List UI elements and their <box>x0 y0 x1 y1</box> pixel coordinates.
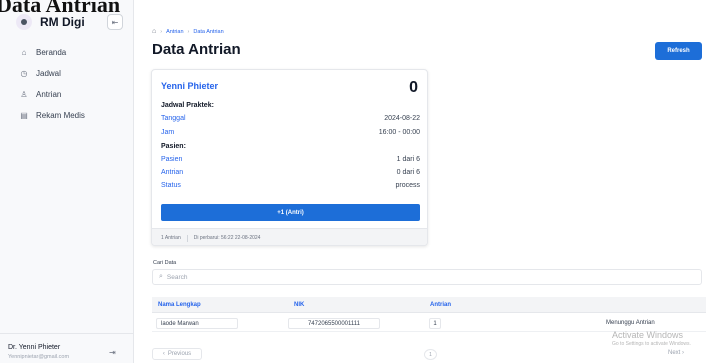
row-key: Tanggal <box>161 115 186 122</box>
patient-row-pasien: Pasien 1 dari 6 <box>161 156 420 167</box>
page-number[interactable]: 1 <box>424 349 437 360</box>
row-value: 0 dari 6 <box>396 169 420 176</box>
patient-row-status: Status process <box>161 182 420 193</box>
chevron-right-icon: › <box>160 28 163 35</box>
row-value: 16:00 - 00:00 <box>378 129 420 136</box>
footer-divider <box>186 234 188 242</box>
sidebar-nav: ⌂ Beranda ◷ Jadwal ♙ Antrian ▤ Rekam Med… <box>20 42 130 126</box>
breadcrumb: ⌂ › Antrian › Data Antrian <box>152 28 224 35</box>
page-title: Data Antrian <box>152 41 241 58</box>
row-value: process <box>395 182 420 189</box>
sidebar-item-antrian[interactable]: ♙ Antrian <box>20 84 130 105</box>
add-queue-button[interactable]: +1 (Antri) <box>161 204 420 221</box>
sidebar-item-beranda[interactable]: ⌂ Beranda <box>20 42 130 63</box>
doctor-name: Yenni Phieter <box>161 81 219 91</box>
previous-label: Previous <box>167 351 192 357</box>
column-header-nik[interactable]: NIK <box>294 302 304 308</box>
row-value: 2024-08-22 <box>384 115 420 122</box>
table-header: Nama Lengkap NIK Antrian <box>152 297 706 313</box>
logout-icon[interactable]: ⇥ <box>109 348 116 357</box>
sidebar-item-jadwal[interactable]: ◷ Jadwal <box>20 63 130 84</box>
search-icon: ⌕ <box>159 273 163 280</box>
search-label: Cari Data <box>153 260 177 266</box>
sidebar-item-label: Antrian <box>36 90 62 99</box>
column-header-antrian[interactable]: Antrian <box>430 302 451 308</box>
watermark-subtitle: Go to Settings to activate Windows. <box>612 341 691 347</box>
queue-icon: ♙ <box>20 90 28 99</box>
schedule-row-tanggal: Tanggal 2024-08-22 <box>161 115 420 126</box>
user-block: Dr. Yenni Phieter Yennipnietar@gmail.com… <box>0 333 133 363</box>
refresh-button[interactable]: Refresh <box>655 42 702 60</box>
search-input[interactable] <box>166 273 667 281</box>
column-header-nama[interactable]: Nama Lengkap <box>158 302 201 308</box>
chevron-right-icon: › <box>187 28 190 35</box>
row-key: Antrian <box>161 169 184 176</box>
cell-nik: 7472065500001111 <box>288 318 380 329</box>
patient-heading: Pasien: <box>161 143 186 150</box>
user-name: Dr. Yenni Phieter <box>8 344 61 351</box>
previous-page-button[interactable]: ‹ Previous <box>152 348 202 360</box>
footer-updated: Di perbarui: 56:22 22-08-2024 <box>193 235 261 241</box>
sidebar-item-label: Rekam Medis <box>36 111 85 120</box>
row-key: Jam <box>161 129 175 136</box>
queue-card: Yenni Phieter 0 Jadwal Praktek: Tanggal … <box>151 69 428 246</box>
page-heading-overlay: Data Antrian <box>0 0 121 17</box>
row-key: Status <box>161 182 181 189</box>
sidebar-collapse-icon: ⇤ <box>111 17 119 27</box>
sidebar-item-label: Beranda <box>36 48 67 57</box>
cell-status: Menunggu Antrian <box>606 320 655 326</box>
sidebar-item-label: Jadwal <box>36 69 61 78</box>
activate-windows-watermark: Activate Windows Go to Settings to activ… <box>612 330 691 347</box>
breadcrumb-item-antrian[interactable]: Antrian <box>166 29 183 35</box>
footer-queue-total: 1 Antrian <box>161 235 181 241</box>
clock-icon: ◷ <box>20 69 28 78</box>
card-footer: 1 Antrian Di perbarui: 56:22 22-08-2024 <box>152 228 427 245</box>
breadcrumb-item-data-antrian[interactable]: Data Antrian <box>193 29 223 35</box>
cell-antrian: 1 <box>429 318 441 329</box>
next-label: Next <box>668 350 681 356</box>
schedule-heading: Jadwal Praktek: <box>161 102 214 109</box>
chevron-right-icon: › <box>682 350 685 356</box>
user-email: Yennipnietar@gmail.com <box>8 354 70 360</box>
schedule-row-jam: Jam 16:00 - 00:00 <box>161 129 420 140</box>
cell-nama: laode Marwan <box>156 318 238 329</box>
row-key: Pasien <box>161 156 183 163</box>
sidebar-item-rekam-medis[interactable]: ▤ Rekam Medis <box>20 105 130 126</box>
next-page-button[interactable]: Next › <box>668 350 684 356</box>
search-field[interactable]: ⌕ <box>152 269 702 285</box>
watermark-title: Activate Windows <box>612 330 684 340</box>
row-value: 1 dari 6 <box>396 156 420 163</box>
home-icon[interactable]: ⌂ <box>152 28 156 35</box>
home-icon: ⌂ <box>21 48 27 57</box>
queue-count: 0 <box>409 79 418 96</box>
chevron-left-icon: ‹ <box>162 351 165 357</box>
document-icon: ▤ <box>20 111 28 120</box>
patient-row-antrian: Antrian 0 dari 6 <box>161 169 420 180</box>
sidebar: RM Digi ⇤ ⌂ Beranda ◷ Jadwal ♙ Antrian ▤… <box>0 0 134 363</box>
